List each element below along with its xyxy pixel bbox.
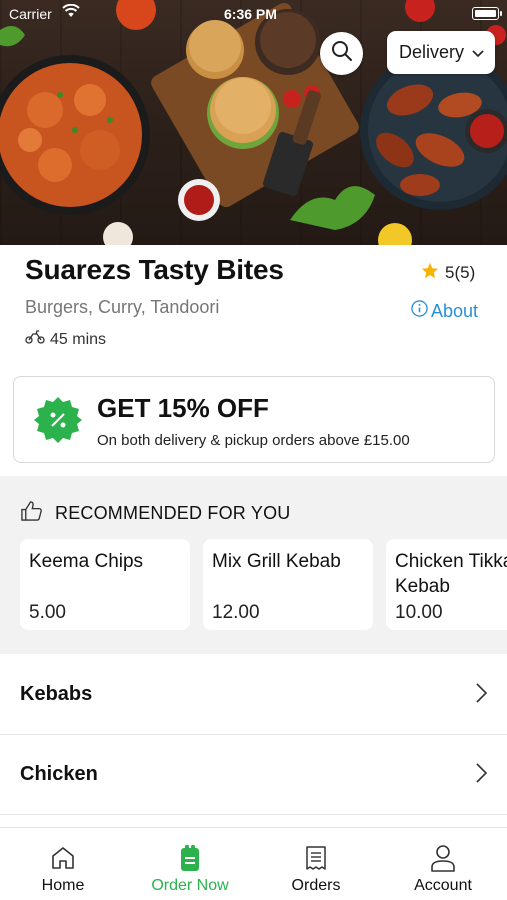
recommended-heading-text: RECOMMENDED FOR YOU xyxy=(55,503,291,523)
tab-label: Order Now xyxy=(151,877,229,894)
bottom-tab-bar: Home Order Now Orders Account xyxy=(0,827,507,900)
delivery-time: 45 mins xyxy=(25,330,106,349)
category-row-kebabs[interactable]: Kebabs xyxy=(0,655,507,735)
recommended-item-name: Keema Chips xyxy=(29,551,144,572)
category-row-chicken[interactable]: Chicken xyxy=(0,735,507,815)
tab-label: Account xyxy=(414,877,472,894)
search-icon xyxy=(331,40,353,67)
order-bag-icon xyxy=(179,844,201,872)
recommended-item-price: 10.00 xyxy=(395,602,443,623)
clock: 6:36 PM xyxy=(224,6,277,22)
thumbs-up-icon xyxy=(20,500,43,527)
chevron-right-icon xyxy=(476,683,488,708)
recommended-item-name: Chicken Tikka Kebab xyxy=(395,551,507,597)
offer-subtitle: On both delivery & pickup orders above £… xyxy=(97,432,410,449)
tab-home[interactable]: Home xyxy=(0,828,126,900)
delivery-time-value: 45 mins xyxy=(50,330,107,348)
star-icon xyxy=(421,262,439,284)
discount-badge-icon xyxy=(34,396,82,449)
rating-value: 5(5) xyxy=(445,263,476,282)
wifi-icon xyxy=(62,3,80,21)
home-icon xyxy=(50,844,76,872)
status-bar: Carrier 6:36 PM xyxy=(0,0,507,28)
receipt-icon xyxy=(304,844,328,872)
restaurant-name: Suarezs Tasty Bites xyxy=(25,254,284,285)
tab-label: Home xyxy=(41,877,85,894)
chevron-down-icon xyxy=(472,42,484,63)
rating: 5(5) xyxy=(421,262,475,284)
offer-card[interactable]: GET 15% OFF On both delivery & pickup or… xyxy=(13,376,495,463)
recommended-item-card[interactable]: Mix Grill Kebab 12.00 xyxy=(203,539,373,630)
recommended-section: RECOMMENDED FOR YOU Keema Chips 5.00 Mix… xyxy=(0,476,507,654)
chevron-right-icon xyxy=(476,763,488,788)
tab-order-now[interactable]: Order Now xyxy=(127,828,253,900)
delivery-mode-dropdown[interactable]: Delivery xyxy=(387,31,495,74)
cuisine-list: Burgers, Curry, Tandoori xyxy=(25,297,220,317)
tab-label: Orders xyxy=(291,877,341,894)
offer-title: GET 15% OFF xyxy=(97,393,269,423)
category-label: Kebabs xyxy=(20,683,93,705)
carrier-label: Carrier xyxy=(9,6,52,22)
recommended-item-price: 5.00 xyxy=(29,602,66,623)
recommended-item-card[interactable]: Keema Chips 5.00 xyxy=(20,539,190,630)
about-label: About xyxy=(431,300,479,321)
recommended-item-price: 12.00 xyxy=(212,602,260,623)
recommended-heading: RECOMMENDED FOR YOU xyxy=(20,500,290,527)
recommended-item-name: Mix Grill Kebab xyxy=(212,551,341,572)
search-button[interactable] xyxy=(320,32,363,75)
user-icon xyxy=(430,844,456,872)
recommended-item-card[interactable]: Chicken Tikka Kebab 10.00 xyxy=(386,539,507,630)
info-icon xyxy=(411,300,428,322)
about-link[interactable]: About xyxy=(411,300,478,322)
battery-icon xyxy=(472,7,502,20)
tab-orders[interactable]: Orders xyxy=(253,828,379,900)
category-label: Chicken xyxy=(20,763,98,785)
delivery-mode-label: Delivery xyxy=(399,42,465,62)
tab-account[interactable]: Account xyxy=(380,828,506,900)
scooter-icon xyxy=(25,330,45,349)
